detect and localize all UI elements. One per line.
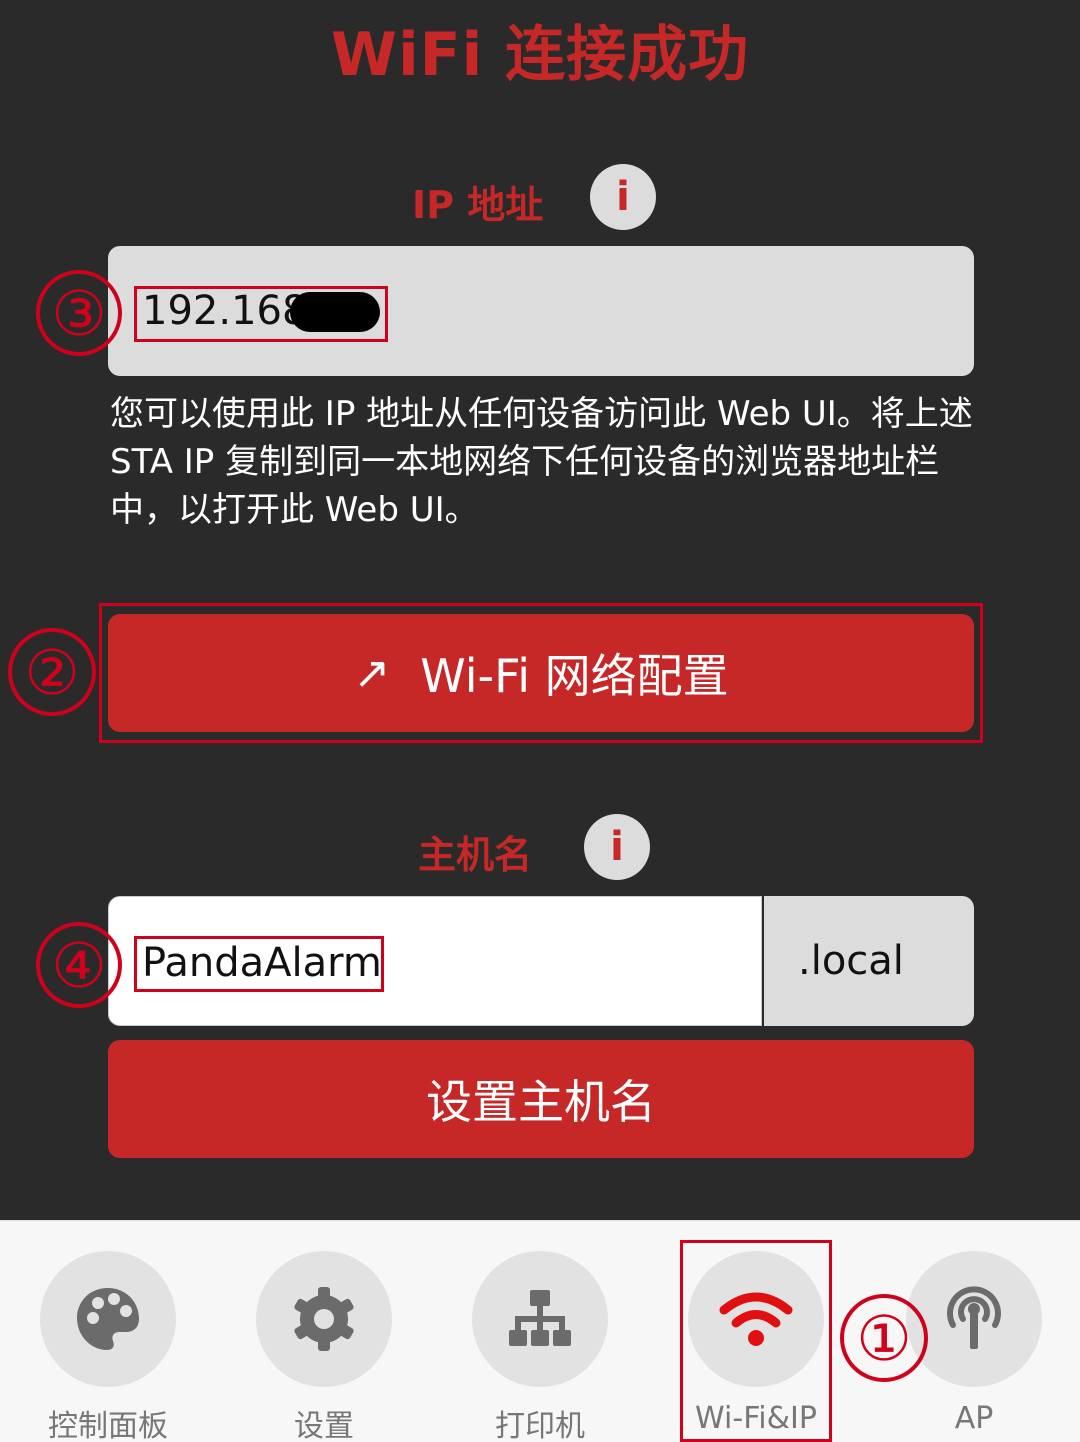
- gear-icon: [256, 1251, 392, 1387]
- tab-label: 控制面板: [48, 1409, 168, 1442]
- broadcast-antenna-icon: [906, 1251, 1042, 1387]
- tab-printer[interactable]: 打印机: [450, 1251, 630, 1442]
- tab-label: 打印机: [495, 1409, 585, 1442]
- annotation-2: ②: [8, 628, 96, 716]
- page-title: WiFi 连接成功: [330, 20, 750, 90]
- tab-settings[interactable]: 设置: [234, 1251, 414, 1442]
- hostname-info-button[interactable]: i: [584, 814, 650, 880]
- highlight-hostname: [134, 936, 384, 992]
- ip-info-button[interactable]: i: [590, 164, 656, 230]
- hostname-label: 主机名: [418, 833, 533, 877]
- highlight-ip: [134, 286, 388, 342]
- annotation-4: ④: [36, 922, 122, 1008]
- set-hostname-button[interactable]: 设置主机名: [108, 1040, 974, 1158]
- annotation-3: ③: [36, 270, 122, 356]
- highlight-wifi-config: [99, 603, 983, 743]
- tab-control-panel[interactable]: 控制面板: [18, 1251, 198, 1442]
- annotation-1: ①: [840, 1294, 928, 1382]
- tab-label: 设置: [294, 1409, 354, 1442]
- palette-icon: [40, 1251, 176, 1387]
- hostname-suffix: .local: [764, 896, 974, 1026]
- ip-label: IP 地址: [412, 183, 544, 227]
- network-tree-icon: [472, 1251, 608, 1387]
- highlight-wifi-tab: [680, 1240, 832, 1442]
- tab-label: AP: [954, 1401, 994, 1436]
- ip-description: 您可以使用此 IP 地址从任何设备访问此 Web UI。将上述 STA IP 复…: [110, 394, 973, 530]
